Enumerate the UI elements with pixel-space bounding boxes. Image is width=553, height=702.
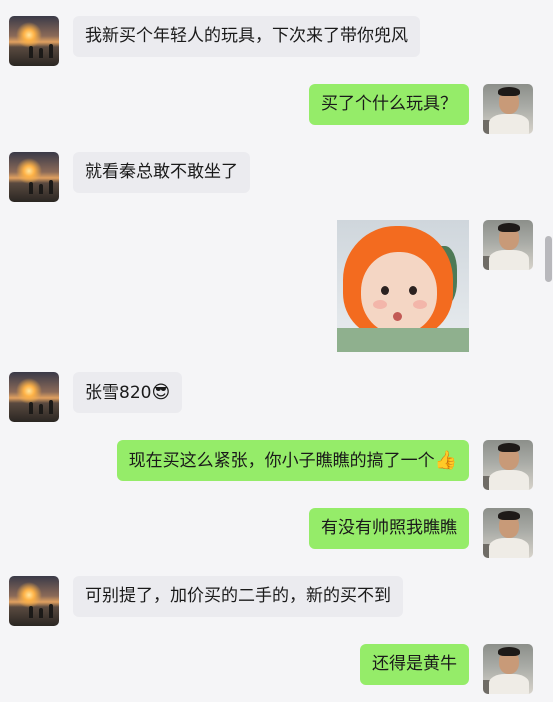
message-bubble-outgoing[interactable]: 买了个什么玩具？ <box>309 84 469 125</box>
message-text: 就看秦总敢不敢坐了 <box>85 162 238 182</box>
user-avatar[interactable] <box>483 508 533 558</box>
message-bubble-incoming[interactable]: 可别提了，加价买的二手的，新的买不到 <box>73 576 403 617</box>
message-text: 买了个什么玩具？ <box>321 94 457 114</box>
message-bubble-outgoing[interactable]: 现在买这么紧张，你小子瞧瞧的搞了一个👍 <box>116 440 469 481</box>
contact-avatar[interactable] <box>9 372 59 422</box>
chat-scrollbar[interactable] <box>545 236 552 282</box>
message-bubble-incoming[interactable]: 张雪820😎 <box>73 372 183 413</box>
sunglasses-emoji-icon: 😎 <box>151 382 171 403</box>
user-avatar[interactable] <box>483 220 533 270</box>
contact-avatar[interactable] <box>9 576 59 626</box>
user-avatar[interactable] <box>483 440 533 490</box>
user-avatar[interactable] <box>483 644 533 694</box>
message-text: 张雪820 <box>85 383 152 403</box>
baby-sticker-image[interactable] <box>337 220 469 352</box>
message-text: 现在买这么紧张，你小子瞧瞧的搞了一个 <box>128 451 435 471</box>
contact-avatar[interactable] <box>9 16 59 66</box>
thumbs-up-emoji-icon: 👍 <box>434 450 457 471</box>
user-avatar[interactable] <box>483 84 533 134</box>
message-text: 可别提了，加价买的二手的，新的买不到 <box>85 586 391 606</box>
message-bubble-outgoing[interactable]: 还得是黄牛 <box>360 644 469 685</box>
contact-avatar[interactable] <box>9 152 59 202</box>
message-bubble-incoming[interactable]: 我新买个年轻人的玩具，下次来了带你兜风 <box>73 16 420 57</box>
message-text: 有没有帅照我瞧瞧 <box>321 518 457 538</box>
message-bubble-incoming[interactable]: 就看秦总敢不敢坐了 <box>73 152 250 193</box>
message-bubble-outgoing[interactable]: 有没有帅照我瞧瞧 <box>309 508 469 549</box>
message-text: 还得是黄牛 <box>372 654 457 674</box>
message-text: 我新买个年轻人的玩具，下次来了带你兜风 <box>85 26 408 46</box>
